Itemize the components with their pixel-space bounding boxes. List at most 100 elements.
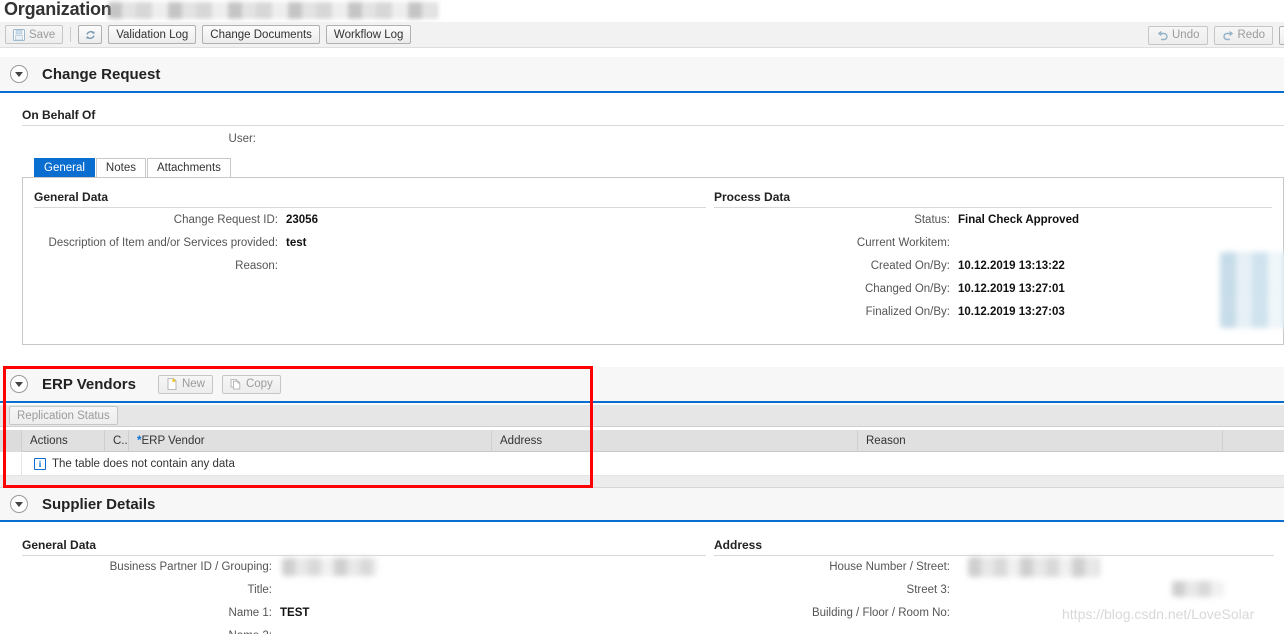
supplier-details-section-title: Supplier Details [42,495,156,513]
user-label: User: [228,133,256,145]
undo-icon [1156,29,1168,41]
toolbar-left-group: Save Validation Log Change Documents Wor… [0,25,414,44]
supplier-general-data-title: General Data [22,538,97,552]
erp-vendors-collapse-toggle[interactable] [10,375,28,393]
reason-label: Reason: [235,260,278,272]
refresh-button[interactable] [78,25,103,44]
process-data-title: Process Data [714,190,791,204]
erp-vendors-table-toolbar: Replication Status [0,405,1284,427]
changed-on-by-value: 10.12.2019 13:27:01 [958,283,1065,295]
change-request-tabstrip: General Notes Attachments [34,158,232,177]
workflow-log-label: Workflow Log [333,28,404,41]
process-data-block: Process Data [714,190,1272,208]
floppy-disk-icon [13,28,25,41]
toolbar-divider [70,27,72,42]
current-workitem-label: Current Workitem: [856,237,950,249]
tab-attachments-label: Attachments [156,162,221,174]
redo-label: Redo [1237,29,1266,41]
form-row: Description of Item and/or Services prov… [0,237,706,260]
redacted-house-number-street [968,557,1100,577]
redo-icon [1222,29,1234,41]
refresh-icon [84,29,96,41]
form-row: Change Request ID: 23056 [0,214,706,237]
form-row: Finalized On/By: 10.12.2019 13:27:03 [700,306,1284,329]
save-button-label: Save [29,28,56,41]
copy-button-label: Copy [245,378,273,390]
chevron-down-icon [15,72,23,77]
form-row: Created On/By: 10.12.2019 13:13:22 [700,260,1284,283]
general-data-block: General Data [34,190,706,208]
th-c-label: C.. [113,434,128,447]
erp-vendors-table-footer [0,476,1284,488]
erp-vendors-empty-row: i The table does not contain any data [0,452,1284,476]
supplier-address-divider [714,555,1274,556]
copy-icon [230,378,242,390]
title-bar: Organization [0,0,1284,22]
tab-general-label: General [44,162,85,174]
new-button-label: New [181,378,205,390]
change-request-section-header: Change Request [0,57,1284,93]
th-select-all[interactable] [0,429,22,452]
on-behalf-of-title: On Behalf Of [22,108,96,122]
th-c[interactable]: C.. [105,429,129,452]
form-row: Name 2: [0,630,706,634]
chevron-down-icon [15,502,23,507]
process-data-divider [714,207,1272,208]
th-actions[interactable]: Actions [22,429,105,452]
undo-button[interactable]: Undo [1148,25,1208,45]
general-data-rows: Change Request ID: 23056 Description of … [0,214,706,283]
th-erp-vendor[interactable]: *ERP Vendor [129,429,492,452]
house-number-street-label: House Number / Street: [829,561,950,573]
info-icon: i [34,458,46,470]
validation-log-button[interactable]: Validation Log [108,25,197,44]
process-data-rows: Status: Final Check Approved Current Wor… [700,214,1284,329]
th-address[interactable]: Address [492,429,858,452]
erp-vendors-table-header: Actions C.. *ERP Vendor Address Reason [0,429,1284,452]
change-request-id-value: 23056 [286,214,318,226]
erp-vendors-section-header: ERP Vendors New Copy [0,367,1284,403]
row-select-cell[interactable] [0,452,22,476]
page-title: Organization [4,0,112,19]
form-row: Reason: [0,260,706,283]
workflow-log-button[interactable]: Workflow Log [325,25,412,44]
replication-status-label: Replication Status [17,409,110,422]
new-button[interactable]: New [157,374,213,394]
change-documents-button[interactable]: Change Documents [202,25,320,44]
validation-log-label: Validation Log [116,28,189,41]
tab-notes[interactable]: Notes [95,158,146,177]
redo-button[interactable]: Redo [1213,25,1273,45]
th-reason[interactable]: Reason [858,429,1223,452]
changed-on-by-label: Changed On/By: [864,283,950,295]
replication-status-button[interactable]: Replication Status [9,406,118,425]
description-value: test [286,237,307,249]
copy-button[interactable]: Copy [221,374,281,394]
street3-label: Street 3: [906,584,950,596]
form-row: Current Workitem: [700,237,1284,260]
new-document-icon [166,378,178,390]
form-row: Title: [0,584,706,607]
th-reason-label: Reason [866,434,906,447]
redacted-street3 [1172,581,1224,597]
on-behalf-of-block: On Behalf Of [22,108,1284,126]
change-request-section-title: Change Request [42,65,161,83]
main-toolbar: Save Validation Log Change Documents Wor… [0,22,1284,48]
tab-general[interactable]: General [34,158,95,177]
finalized-on-by-value: 10.12.2019 13:27:03 [958,306,1065,318]
application-window: Organization Save Validation Log Change … [0,0,1284,634]
change-documents-label: Change Documents [210,28,312,41]
toolbar-right-group: Undo Redo [1145,22,1284,48]
th-erp-vendor-label: *ERP Vendor [137,434,205,447]
toolbar-overflow-button[interactable] [1279,25,1284,45]
watermark-text: https://blog.csdn.net/LoveSolar [1062,606,1255,622]
name1-value: TEST [280,607,310,619]
th-spacer [1223,430,1284,452]
name1-label: Name 1: [228,607,272,619]
supplier-details-collapse-toggle[interactable] [10,495,28,513]
tab-attachments[interactable]: Attachments [146,158,231,177]
description-label: Description of Item and/or Services prov… [48,237,278,249]
supplier-address-block: Address [714,538,1274,556]
change-request-collapse-toggle[interactable] [10,65,28,83]
change-request-id-label: Change Request ID: [173,214,278,226]
save-button[interactable]: Save [5,25,64,44]
title-label: Title: [247,584,273,596]
